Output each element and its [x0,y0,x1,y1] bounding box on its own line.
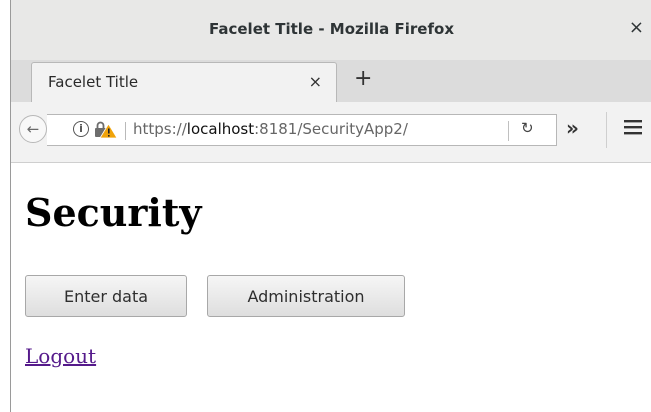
browser-window: Facelet Title - Mozilla Firefox × Facele… [10,0,651,412]
toolbar-separator [606,112,607,148]
tab-strip: Facelet Title × + [11,60,651,103]
window-title: Facelet Title - Mozilla Firefox [209,20,454,38]
insecure-lock-icon[interactable] [93,120,119,144]
new-tab-plus-icon[interactable]: + [354,66,372,91]
url-bar[interactable]: i https://localhost:8181/SecurityApp2/ ↻ [47,114,557,146]
administration-button[interactable]: Administration [207,275,405,317]
page-heading: Security [25,190,202,235]
hamburger-menu-icon[interactable] [624,119,642,139]
info-icon[interactable]: i [73,121,89,137]
reload-icon[interactable]: ↻ [521,119,534,137]
navigation-toolbar: ← i https://localhost:8181/SecurityApp2/… [11,102,651,163]
back-arrow-icon[interactable]: ← [19,115,47,143]
reload-separator [508,121,509,141]
url-separator [125,122,126,140]
window-close-icon[interactable]: × [629,17,644,38]
url-prefix: https:// [133,120,187,138]
tab-close-icon[interactable]: × [309,72,322,91]
enter-data-button[interactable]: Enter data [25,275,187,317]
url-path: :8181/SecurityApp2/ [254,120,408,138]
tab-title: Facelet Title [48,73,139,91]
logout-link[interactable]: Logout [25,344,96,368]
url-host: localhost [186,120,255,138]
tab-facelet-title[interactable]: Facelet Title × [31,62,337,102]
title-bar: Facelet Title - Mozilla Firefox × [11,0,651,61]
page-content: Security Enter data Administration Logou… [11,163,651,412]
url-text[interactable]: https://localhost:8181/SecurityApp2/ [133,120,408,138]
overflow-chevron-icon[interactable]: » [566,116,579,140]
